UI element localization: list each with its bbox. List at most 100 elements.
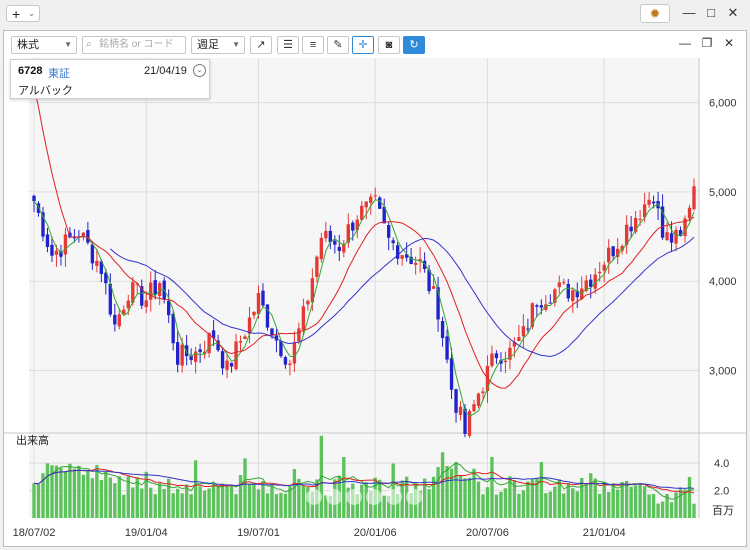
chevron-down-icon: ⌄ <box>28 9 35 18</box>
candlestick <box>261 290 265 306</box>
volume-bar <box>234 494 238 518</box>
candlestick <box>494 353 499 359</box>
gear-icon: ✹ <box>649 6 661 21</box>
x-tick-label: 20/01/06 <box>354 527 397 539</box>
candlestick <box>589 279 593 287</box>
volume-bar <box>687 476 692 518</box>
volume-bar <box>256 489 261 518</box>
candlestick <box>669 233 674 243</box>
candlestick <box>665 232 669 241</box>
stock-info-box[interactable]: 6728 東証 21/04/19 ⌄ アルバック <box>10 59 210 99</box>
volume-bar <box>131 487 135 518</box>
candlestick <box>445 336 449 360</box>
nav-prev-button <box>326 489 342 505</box>
candlestick <box>387 225 391 238</box>
volume-bar <box>476 481 481 518</box>
candlestick <box>243 336 247 340</box>
volume-bar <box>472 468 476 518</box>
minimize-window-button[interactable]: — <box>681 5 697 20</box>
nav-zoom-out-button <box>346 489 362 505</box>
volume-bar <box>602 482 606 518</box>
volume-bar <box>458 475 463 518</box>
volume-bar <box>81 474 86 518</box>
volume-bar <box>642 486 647 518</box>
candlestick <box>476 393 481 406</box>
volume-bar <box>86 470 90 518</box>
candlestick <box>413 262 418 265</box>
candlestick <box>45 234 50 247</box>
add-window-button[interactable]: + ⌄ <box>6 5 40 22</box>
volume-bar <box>270 485 274 518</box>
volume-bar <box>207 488 211 518</box>
volume-bar <box>149 487 153 518</box>
candlestick <box>611 246 615 257</box>
volume-bar <box>481 494 485 518</box>
candlestick <box>548 302 553 304</box>
volume-bar <box>499 491 503 518</box>
volume-bar <box>243 458 247 518</box>
candlestick <box>373 195 377 197</box>
candlestick <box>324 230 328 239</box>
volume-bar <box>436 467 440 518</box>
y-tick-label: 3,000 <box>709 366 737 378</box>
volume-bar <box>463 478 467 518</box>
volume-bar <box>211 484 216 518</box>
candlestick <box>184 345 189 357</box>
volume-bar <box>301 485 306 518</box>
candlestick <box>557 282 561 288</box>
volume-bar <box>674 492 678 518</box>
candlestick <box>458 406 463 415</box>
candlestick <box>674 229 678 244</box>
candlestick <box>660 206 665 238</box>
volume-bar <box>485 487 490 518</box>
volume-bar <box>122 494 126 518</box>
candlestick <box>86 230 90 243</box>
candlestick <box>153 280 157 295</box>
volume-bar <box>202 490 207 518</box>
candlestick <box>337 246 341 251</box>
candlestick <box>400 255 404 259</box>
x-tick-label: 19/01/04 <box>125 527 168 539</box>
volume-bar <box>59 467 63 518</box>
volume-bar <box>692 503 696 518</box>
volume-bar <box>624 480 629 518</box>
price-chart[interactable]: 18/07/02 19/01/04 19/07/01 20/01/06 20/07/06… <box>4 31 746 546</box>
settings-button[interactable]: ✹ <box>640 4 670 23</box>
nav-last-button <box>406 489 422 505</box>
volume-bar <box>229 486 234 518</box>
candlestick <box>126 300 130 309</box>
candlestick <box>364 201 368 208</box>
volume-bar <box>539 462 544 518</box>
candlestick <box>369 196 373 203</box>
chevron-down-icon[interactable]: ⌄ <box>193 64 206 77</box>
volume-bar <box>607 492 611 518</box>
volume-bar <box>571 488 575 518</box>
volume-bar <box>180 493 184 518</box>
candlestick <box>607 247 611 263</box>
candlestick <box>288 363 292 366</box>
volume-bar <box>113 483 117 518</box>
volume-bar <box>261 481 265 518</box>
x-tick-label: 21/01/04 <box>583 527 626 539</box>
candlestick <box>319 237 324 260</box>
candlestick <box>117 314 121 327</box>
nav-first-button <box>306 489 322 505</box>
x-tick-label: 19/07/01 <box>237 527 280 539</box>
close-window-button[interactable]: ✕ <box>725 5 741 21</box>
volume-bar <box>454 461 458 518</box>
volume-bar <box>95 465 99 518</box>
candlestick <box>171 314 175 344</box>
volume-bar <box>72 468 77 518</box>
volume-bar <box>584 483 588 518</box>
candlestick <box>220 351 225 369</box>
candlestick <box>562 282 566 284</box>
volume-bar <box>651 493 656 518</box>
chart-panel: 株式 ▼ ⌕ 銘柄名 or コード 週足 ▼ ↗ ☰ ≡ ✎ ✛ ◙ ↻ — ❐ ✕ … <box>3 30 747 547</box>
volume-bar <box>611 483 615 518</box>
maximize-window-button[interactable]: □ <box>703 5 719 20</box>
volume-bar <box>494 494 499 518</box>
chart-grid <box>4 58 746 518</box>
candlestick <box>539 305 544 308</box>
volume-bar <box>544 493 548 518</box>
volume-bar <box>440 452 445 518</box>
